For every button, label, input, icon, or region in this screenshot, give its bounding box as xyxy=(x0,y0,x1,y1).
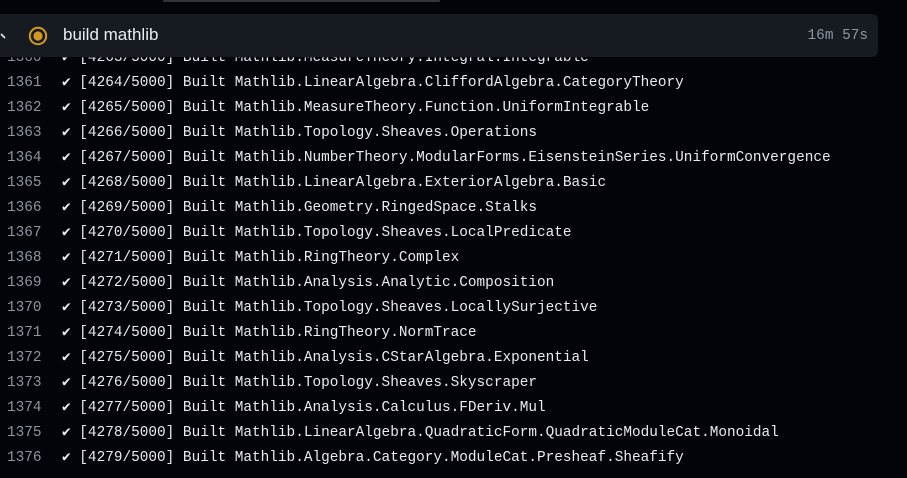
log-line: 1366 ✔ [4269/5000] Built Mathlib.Geometry… xyxy=(0,195,907,220)
log-line: 1367 ✔ [4270/5000] Built Mathlib.Topology… xyxy=(0,220,907,245)
log-line: 1374 ✔ [4277/5000] Built Mathlib.Analysis… xyxy=(0,395,907,420)
log-line: 1368 ✔ [4271/5000] Built Mathlib.RingTheo… xyxy=(0,245,907,270)
line-number[interactable]: 1375 xyxy=(0,425,43,441)
log-line: 1362 ✔ [4265/5000] Built Mathlib.MeasureT… xyxy=(0,95,907,120)
line-number[interactable]: 1363 xyxy=(0,125,43,141)
line-text: ✔ [4266/5000] Built Mathlib.Topology.She… xyxy=(62,125,537,141)
line-number[interactable]: 1376 xyxy=(0,450,43,466)
line-text: ✔ [4277/5000] Built Mathlib.Analysis.Cal… xyxy=(62,400,546,416)
line-text: ✔ [4275/5000] Built Mathlib.Analysis.CSt… xyxy=(62,350,589,366)
line-text: ✔ [4268/5000] Built Mathlib.LinearAlgebr… xyxy=(62,175,607,191)
log-output: 1360 ✔ [4263/5000] Built Mathlib.MeasureT… xyxy=(0,45,907,470)
log-line: 1369 ✔ [4272/5000] Built Mathlib.Analysis… xyxy=(0,270,907,295)
line-number[interactable]: 1367 xyxy=(0,225,43,241)
log-line: 1370 ✔ [4273/5000] Built Mathlib.Topology… xyxy=(0,295,907,320)
chevron-down-icon[interactable] xyxy=(0,28,10,42)
line-text: ✔ [4265/5000] Built Mathlib.MeasureTheor… xyxy=(62,100,650,116)
line-text: ✔ [4274/5000] Built Mathlib.RingTheory.N… xyxy=(62,325,477,341)
log-line: 1361 ✔ [4264/5000] Built Mathlib.LinearAl… xyxy=(0,70,907,95)
line-number[interactable]: 1361 xyxy=(0,75,43,91)
step-header[interactable]: build mathlib 16m 57s xyxy=(0,14,878,57)
log-line: 1373 ✔ [4276/5000] Built Mathlib.Topology… xyxy=(0,370,907,395)
log-line: 1371 ✔ [4274/5000] Built Mathlib.RingTheo… xyxy=(0,320,907,345)
step-duration: 16m 57s xyxy=(807,28,868,44)
line-text: ✔ [4271/5000] Built Mathlib.RingTheory.C… xyxy=(62,250,460,266)
line-number[interactable]: 1373 xyxy=(0,375,43,391)
line-text: ✔ [4279/5000] Built Mathlib.Algebra.Cate… xyxy=(62,450,684,466)
line-number[interactable]: 1368 xyxy=(0,250,43,266)
line-text: ✔ [4269/5000] Built Mathlib.Geometry.Rin… xyxy=(62,200,537,216)
line-text: ✔ [4278/5000] Built Mathlib.LinearAlgebr… xyxy=(62,425,779,441)
log-line: 1364 ✔ [4267/5000] Built Mathlib.NumberTh… xyxy=(0,145,907,170)
step-title: build mathlib xyxy=(63,25,159,44)
line-text: ✔ [4264/5000] Built Mathlib.LinearAlgebr… xyxy=(62,75,684,91)
log-line: 1365 ✔ [4268/5000] Built Mathlib.LinearAl… xyxy=(0,170,907,195)
log-line: 1376 ✔ [4279/5000] Built Mathlib.Algebra.… xyxy=(0,445,907,470)
line-number[interactable]: 1369 xyxy=(0,275,43,291)
log-line: 1363 ✔ [4266/5000] Built Mathlib.Topology… xyxy=(0,120,907,145)
line-number[interactable]: 1365 xyxy=(0,175,43,191)
line-number[interactable]: 1364 xyxy=(0,150,43,166)
line-number[interactable]: 1366 xyxy=(0,200,43,216)
in-progress-status-icon xyxy=(28,26,48,46)
line-number[interactable]: 1370 xyxy=(0,300,43,316)
line-number[interactable]: 1374 xyxy=(0,400,43,416)
line-text: ✔ [4272/5000] Built Mathlib.Analysis.Ana… xyxy=(62,275,555,291)
line-text: ✔ [4267/5000] Built Mathlib.NumberTheory… xyxy=(62,150,831,166)
log-line: 1372 ✔ [4275/5000] Built Mathlib.Analysis… xyxy=(0,345,907,370)
line-number[interactable]: 1371 xyxy=(0,325,43,341)
line-text: ✔ [4276/5000] Built Mathlib.Topology.She… xyxy=(62,375,537,391)
line-number[interactable]: 1372 xyxy=(0,350,43,366)
line-text: ✔ [4270/5000] Built Mathlib.Topology.She… xyxy=(62,225,572,241)
horizontal-scrollbar[interactable] xyxy=(163,0,440,2)
workflow-log-view: 1360 ✔ [4263/5000] Built Mathlib.MeasureT… xyxy=(0,0,907,478)
line-text: ✔ [4273/5000] Built Mathlib.Topology.She… xyxy=(62,300,598,316)
log-line: 1375 ✔ [4278/5000] Built Mathlib.LinearAl… xyxy=(0,420,907,445)
line-number[interactable]: 1362 xyxy=(0,100,43,116)
